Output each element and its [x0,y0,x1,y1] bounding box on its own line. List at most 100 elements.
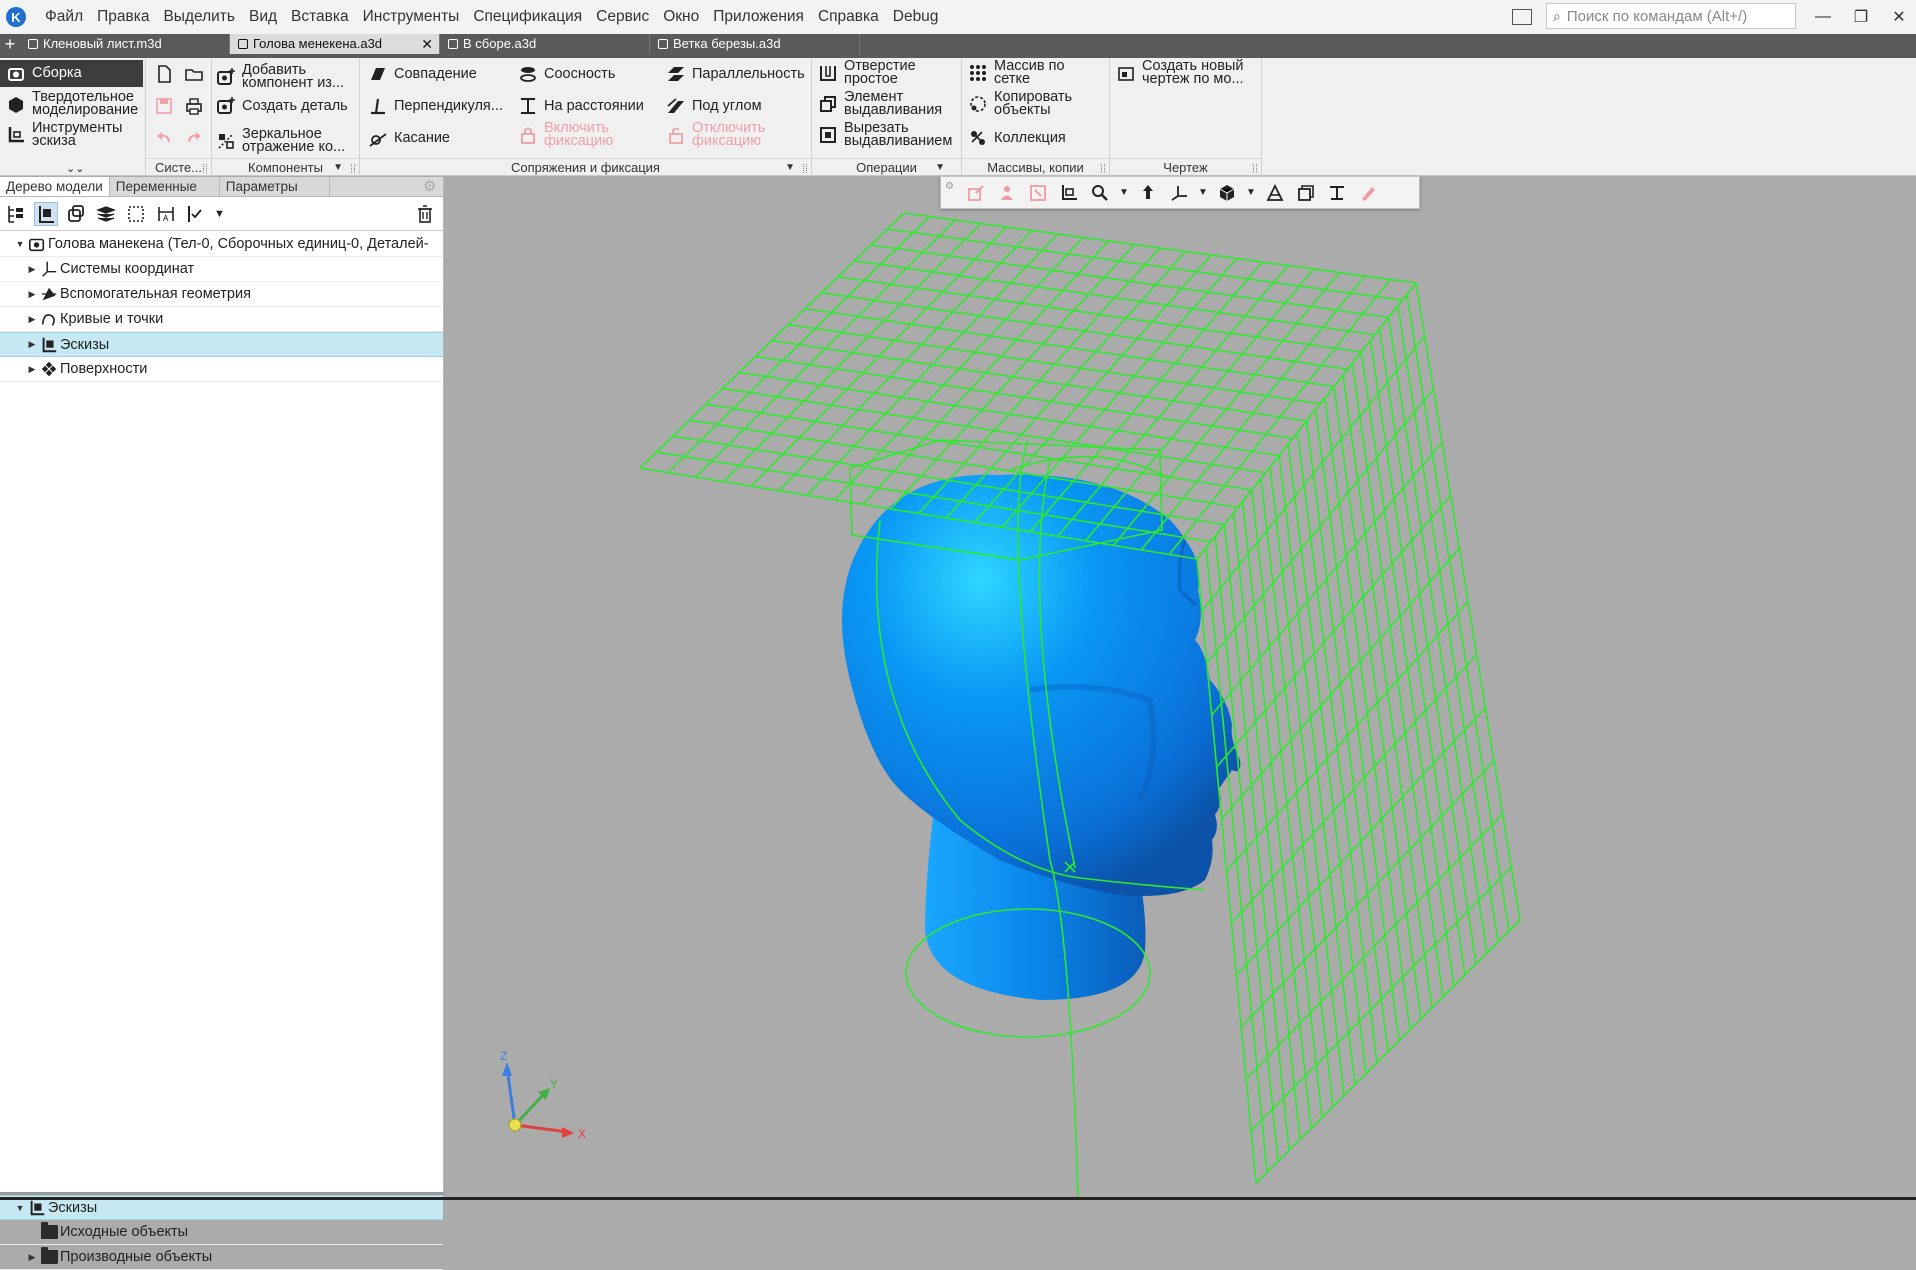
new-drawing-button[interactable]: Создать новый чертеж по мо... [1116,59,1262,86]
menu-service[interactable]: Сервис [589,8,656,26]
menu-view[interactable]: Вид [242,8,284,26]
tree-layers-icon[interactable] [94,202,118,226]
hand-red-icon[interactable] [994,180,1020,206]
tree-components-icon[interactable] [64,202,88,226]
delete-trash-icon[interactable] [413,202,437,226]
distance-button[interactable]: На расстоянии [518,96,644,116]
tab-assembled[interactable]: В сборе.a3d [440,34,650,54]
mode-assembly-button[interactable]: Сборка [0,60,143,87]
tree-item-coordinate-systems[interactable]: ▶ Системы координат [0,257,443,282]
tree-item-sketches[interactable]: ▶ Эскизы [0,332,443,357]
constraint-red-icon[interactable] [1025,180,1051,206]
tab-parameters[interactable]: Параметры [220,177,330,196]
tree-dimensions-icon[interactable]: A [154,202,178,226]
menu-specification[interactable]: Спецификация [466,8,589,26]
redo-button[interactable] [184,128,210,148]
dropdown-arrow-icon[interactable]: ▼ [935,159,945,177]
collapsed-arrow-icon[interactable]: ▶ [26,264,38,275]
tree-item-root[interactable]: ▼ Голова манекена (Тел-0, Сборочных един… [0,232,443,257]
axes-orientation-icon[interactable] [1166,180,1192,206]
toolbar-gear-icon[interactable]: ⚙ [945,181,954,192]
expanded-arrow-icon[interactable]: ▼ [14,239,26,249]
expanded-arrow-icon[interactable]: ▼ [14,1203,26,1213]
orient-icon[interactable] [1135,180,1161,206]
collection-button[interactable]: Коллекция [968,128,1066,148]
menu-file[interactable]: Файл [38,8,90,26]
menu-edit[interactable]: Правка [90,8,156,26]
mode-sketch-button[interactable]: Инструменты эскиза [6,121,144,148]
tree-hierarchy-icon[interactable] [34,201,58,226]
collapsed-arrow-icon[interactable]: ▶ [26,289,38,300]
tree-selection-icon[interactable] [124,202,148,226]
perpendicular-button[interactable]: Перпендикуля... [368,96,503,116]
disable-fix-button[interactable]: Отключить фиксацию [666,121,806,148]
subtree-item-source-objects[interactable]: Исходные объекты [0,1220,443,1245]
minimize-button[interactable]: — [1808,4,1838,30]
collapsed-arrow-icon[interactable]: ▶ [26,314,38,325]
mannequin-head[interactable] [842,474,1241,896]
collapsed-arrow-icon[interactable]: ▶ [26,339,38,350]
tangent-button[interactable]: Касание [368,128,450,148]
angle-button[interactable]: Под углом [666,96,762,116]
tree-structure-icon[interactable] [4,202,28,226]
collapse-chevron-icon[interactable]: ⌄⌄ [66,162,84,175]
zoom-dropdown-icon[interactable]: ▼ [1118,187,1130,198]
grid-array-button[interactable]: Массив по сетке [968,59,1108,86]
tree-filter-icon[interactable] [184,202,208,226]
restore-button[interactable]: ❐ [1846,4,1876,30]
collapsed-arrow-icon[interactable]: ▶ [26,1252,38,1263]
extrude-button[interactable]: Элемент выдавливания [818,90,962,117]
dropdown-arrow-icon[interactable]: ▼ [785,159,795,177]
zoom-icon[interactable] [1087,180,1113,206]
tab-birch-branch[interactable]: Ветка березы.a3d [650,34,860,54]
menu-insert[interactable]: Вставка [284,8,356,26]
menu-help[interactable]: Справка [811,8,886,26]
new-tab-button[interactable]: + [0,34,20,54]
create-part-button[interactable]: Создать деталь [216,96,348,116]
close-tab-icon[interactable]: ✕ [421,34,433,54]
simple-hole-button[interactable]: Отверстие простое [818,59,962,86]
section-icon[interactable] [1262,180,1288,206]
tab-mannequin-head[interactable]: Голова менекена.a3d ✕ [230,34,440,54]
menu-tools[interactable]: Инструменты [356,8,467,26]
cut-extrude-button[interactable]: Вырезать выдавливанием [818,121,962,148]
display-mode-cube-icon[interactable] [1214,180,1240,206]
tree-item-aux-geometry[interactable]: ▶ Вспомогательная геометрия [0,282,443,307]
tree-item-curves[interactable]: ▶ Кривые и точки [0,307,443,332]
filter-dropdown-icon[interactable]: ▼ [214,208,225,220]
command-search-input[interactable]: ⌕ Поиск по командам (Alt+/) [1546,3,1796,29]
dropdown-arrow-icon[interactable]: ▼ [333,159,343,177]
tab-variables[interactable]: Переменные [110,177,220,196]
orientation-dropdown-icon[interactable]: ▼ [1197,187,1209,198]
sketch-red-icon[interactable] [963,180,989,206]
add-component-button[interactable]: Добавить компонент из... [216,63,358,90]
subtree-item-derived-objects[interactable]: ▶ Производные объекты [0,1245,443,1270]
undo-button[interactable] [154,128,180,148]
panel-settings-gear-icon[interactable]: ⚙ [423,177,443,196]
open-file-button[interactable] [184,64,210,84]
collapsed-arrow-icon[interactable]: ▶ [26,364,38,375]
enable-fix-button[interactable]: Включить фиксацию [518,121,658,148]
display-dropdown-icon[interactable]: ▼ [1245,187,1257,198]
copy-objects-button[interactable]: Копировать объекты [968,90,1108,117]
3d-viewport[interactable]: Z Y X [445,177,1916,1197]
close-window-button[interactable]: ✕ [1884,4,1914,30]
tree-item-surfaces[interactable]: ▶ Поверхности [0,357,443,382]
print-button[interactable] [184,96,210,116]
tab-model-tree[interactable]: Дерево модели [0,177,110,196]
coincidence-button[interactable]: Совпадение [368,64,477,84]
sketch-plane-icon[interactable] [1056,180,1082,206]
menu-debug[interactable]: Debug [886,8,946,26]
measure-icon[interactable] [1324,180,1350,206]
new-file-button[interactable] [154,64,180,84]
menu-select[interactable]: Выделить [156,8,242,26]
save-button[interactable] [154,96,180,116]
pencil-red-icon[interactable] [1355,180,1381,206]
panel-layout-icon[interactable] [1512,9,1532,25]
view-box-icon[interactable] [1293,180,1319,206]
tab-maple-leaf[interactable]: Кленовый лист.m3d [20,34,230,54]
menu-window[interactable]: Окно [656,8,706,26]
mode-solid-button[interactable]: Твердотельное моделирование [6,90,144,117]
coaxial-button[interactable]: Соосность [518,64,615,84]
menu-applications[interactable]: Приложения [706,8,811,26]
